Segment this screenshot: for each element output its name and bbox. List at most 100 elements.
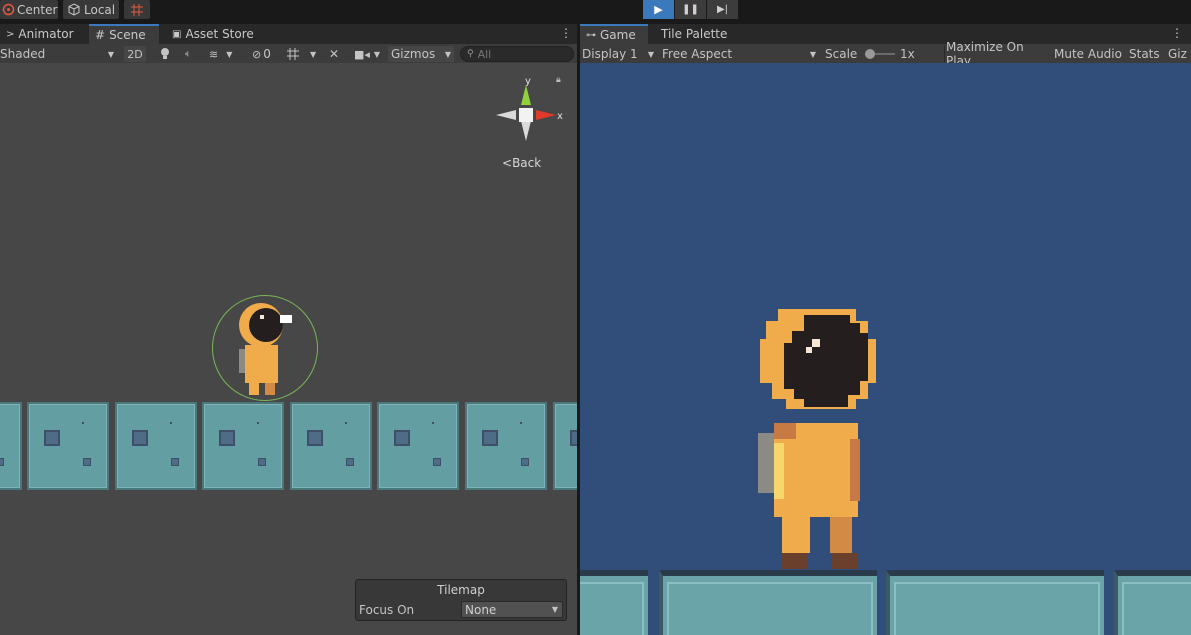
chevron-down-icon: ▼ [226,49,233,59]
chevron-down-icon: ▼ [107,49,114,59]
maximize-on-play-toggle[interactable]: Maximize On Play [944,40,1048,68]
step-button[interactable]: ▶| [707,0,738,19]
space-label: Local [84,2,116,17]
pause-icon: ❚❚ [682,4,699,15]
game-viewport[interactable] [580,63,1191,635]
chevron-down-icon: ▼ [310,49,317,59]
mode-2d-toggle[interactable]: 2D [124,46,146,62]
chevron-down-icon: ▼ [444,49,451,59]
lock-icon[interactable]: 🔒︎ [556,75,561,85]
audio-toggle[interactable]: 🔈︎ [185,46,201,62]
hidden-count: 0 [263,47,271,61]
tab-animator-label: Animator [18,27,74,41]
effects-layers-icon: ≋ [209,47,219,61]
axis-y-label: y [525,76,531,87]
grid-dropdown[interactable]: ▼ [286,46,322,62]
chevron-down-icon: ▼ [647,49,654,59]
mute-audio-toggle[interactable]: Mute Audio [1054,46,1124,62]
aspect-dropdown[interactable]: Free Aspect ▼ [662,46,818,62]
main-toolbar: Center Local ▶ ❚❚ ▶| [0,0,1191,22]
tab-animator[interactable]: > Animator [0,24,86,44]
tab-asset-store[interactable]: ▣ Asset Store [166,24,266,44]
display-dropdown[interactable]: Display 1 ▼ [582,46,656,62]
player-sprite-scene[interactable] [236,299,300,399]
focus-on-dropdown[interactable]: None ▼ [461,601,563,618]
scene-hash-icon: # [95,28,106,42]
neg-x-axis-cone-icon[interactable] [496,110,516,120]
focus-on-label: Focus On [359,603,415,617]
grid-snap-button[interactable] [124,0,150,19]
speaker-icon: 🔈︎ [185,47,192,60]
mute-audio-label: Mute Audio [1054,47,1122,61]
ground-tile [553,402,577,490]
game-menu-icon[interactable]: ⋮ [1171,26,1183,40]
local-cube-icon [68,3,80,16]
ground-tile [290,402,372,490]
scene-menu-icon[interactable]: ⋮ [560,26,572,40]
wrench-icon: ✕ [329,47,340,61]
scale-slider-handle[interactable] [865,49,875,59]
gizmo-center-cube[interactable] [519,108,533,122]
scene-tabstrip: > Animator # Scene ▣ Asset Store ⋮ [0,24,577,44]
gizmos-label: Gizmos [391,47,436,61]
ground-tile [465,402,547,490]
pivot-label: Center [17,2,58,17]
grid-snap-icon [131,3,143,16]
gizmos-dropdown[interactable]: Gizmos ▼ [388,46,454,62]
ground-tile [27,402,109,490]
step-icon: ▶| [716,4,729,15]
search-icon: ⚲ [467,49,474,59]
game-toolbar: Display 1 ▼ Free Aspect ▼ Scale 1x Maxim… [580,40,1191,68]
ground-tile [202,402,284,490]
ground-tile [1114,570,1191,635]
tilemap-overlay-title: Tilemap [437,583,485,597]
display-label: Display 1 [582,47,638,61]
player-sprite-game [758,309,876,569]
x-axis-cone-icon[interactable] [536,110,556,120]
tab-asset-store-label: Asset Store [185,27,254,41]
hidden-objects-toggle[interactable]: ⊘ 0 [252,46,282,62]
orientation-gizmo[interactable]: y x [494,75,564,149]
ground-tile [377,402,459,490]
tilemap-overlay: Tilemap Focus On None ▼ [355,579,567,621]
pivot-toggle-button[interactable]: Center [0,0,58,19]
scale-label: Scale [825,47,858,61]
tab-game[interactable]: ⊶ Game [580,24,648,44]
gamepad-icon: ⊶ [586,29,596,41]
mode-2d-label: 2D [127,47,143,61]
pause-button[interactable]: ❚❚ [675,0,706,19]
tab-scene[interactable]: # Scene [89,24,159,44]
lighting-toggle[interactable] [159,46,175,62]
camera-icon: ■◂ [354,47,370,61]
eye-slash-icon: ⊘ [252,47,262,61]
y-axis-cone-icon[interactable] [521,85,531,105]
axis-x-label: x [557,111,563,122]
play-icon: ▶ [654,3,663,16]
ground-tile [886,570,1104,635]
tab-tile-palette[interactable]: Tile Palette [655,24,740,44]
space-toggle-button[interactable]: Local [63,0,119,19]
back-label: Back [512,156,542,170]
stats-toggle[interactable]: Stats [1129,46,1165,62]
neg-y-axis-cone-icon[interactable] [521,121,531,141]
scene-viewport[interactable]: y x 🔒︎ <Back Tilemap Focus On None ▼ [0,63,577,635]
play-button[interactable]: ▶ [643,0,674,19]
scale-slider[interactable] [865,46,895,62]
shading-mode-label: Shaded [0,47,46,61]
ground-tile [580,570,648,635]
scene-search-input[interactable] [477,47,568,61]
back-view-button[interactable]: <Back [502,156,541,170]
game-gizmos-label: Giz [1168,47,1187,61]
chevron-down-icon: ▼ [373,49,381,59]
ground-tile [659,570,877,635]
pivot-icon [2,3,15,16]
camera-dropdown[interactable]: ■◂ ▼ [354,46,384,62]
animator-icon: > [6,28,15,40]
game-gizmos-toggle[interactable]: Giz [1168,46,1190,62]
effects-dropdown[interactable]: ≋ ▼ [209,46,245,62]
tools-button[interactable]: ✕ [329,46,345,62]
asset-store-bag-icon: ▣ [172,28,182,40]
ground-tile [115,402,197,490]
scene-search-field[interactable]: ⚲ [460,46,574,62]
shading-mode-dropdown[interactable]: Shaded ▼ [0,46,118,62]
